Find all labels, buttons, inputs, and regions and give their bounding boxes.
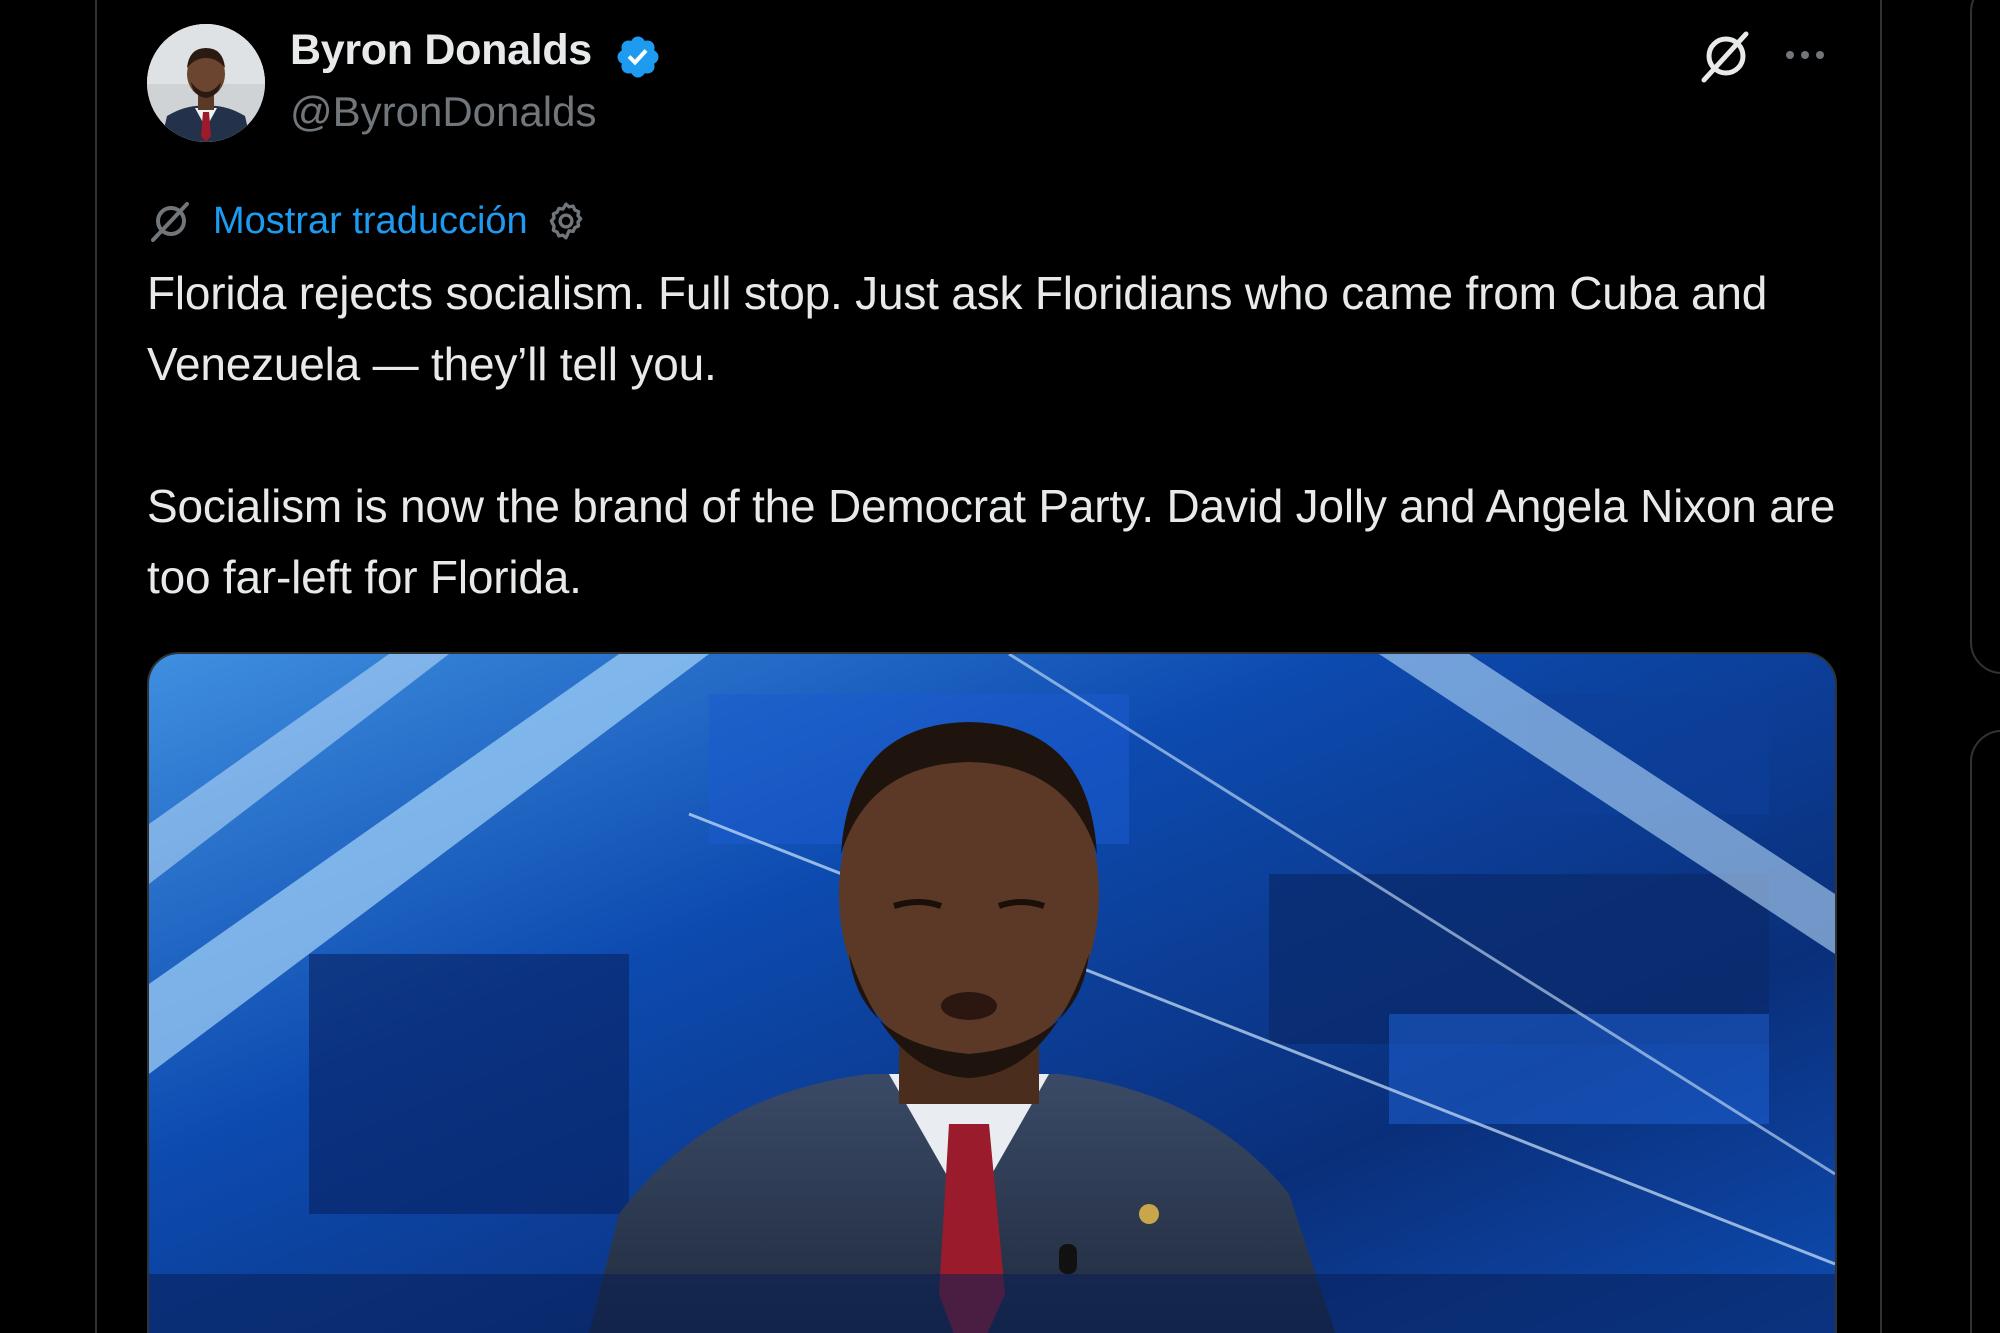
column-divider-left — [95, 0, 97, 1333]
right-sidebar — [1970, 0, 2000, 1333]
verified-badge-icon — [617, 36, 659, 78]
show-translation-link[interactable]: Mostrar traducción — [213, 200, 528, 243]
sidebar-card — [1970, 730, 2000, 1333]
grok-icon[interactable] — [1696, 26, 1756, 86]
translation-row: Mostrar traducción — [147, 195, 588, 247]
profile-photo-icon — [147, 24, 265, 142]
tweet-paragraph: Socialism is now the brand of the Democr… — [147, 480, 1836, 603]
gear-icon[interactable] — [544, 199, 588, 243]
avatar[interactable] — [147, 24, 265, 142]
grok-translate-icon — [151, 202, 189, 242]
video-frame-image — [149, 654, 1835, 1333]
sidebar-card — [1970, 0, 2000, 674]
more-icon[interactable] — [1780, 30, 1830, 80]
column-divider-right — [1880, 0, 1882, 1333]
tweet-video[interactable] — [147, 652, 1837, 1333]
author-display-name[interactable]: Byron Donalds — [290, 26, 592, 75]
tweet-text: Florida rejects socialism. Full stop. Ju… — [147, 258, 1847, 613]
author-handle[interactable]: @ByronDonalds — [290, 88, 596, 136]
tweet-paragraph: Florida rejects socialism. Full stop. Ju… — [147, 267, 1768, 390]
tweet-detail-page: Byron Donalds @ByronDonalds Mostrar trad… — [0, 0, 2000, 1333]
